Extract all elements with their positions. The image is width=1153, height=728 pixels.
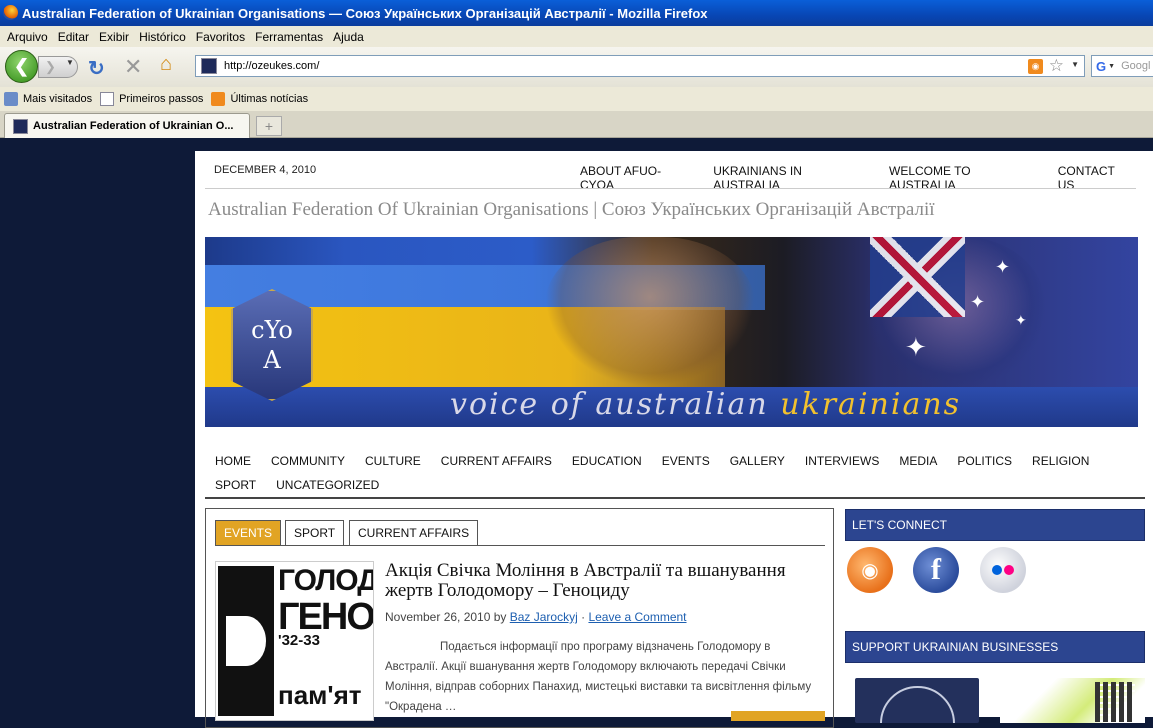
business-logo-2[interactable] bbox=[1000, 678, 1145, 723]
post-author-link[interactable]: Baz Jarockyj bbox=[510, 610, 578, 624]
tab-label: Australian Federation of Ukrainian O... bbox=[33, 120, 234, 132]
nav-gallery[interactable]: GALLERY bbox=[730, 449, 785, 473]
nav-education[interactable]: EDUCATION bbox=[572, 449, 642, 473]
page-icon bbox=[100, 92, 115, 106]
search-engine-dropdown-icon[interactable]: ▼ bbox=[1108, 63, 1115, 70]
back-button[interactable]: ❮ bbox=[5, 50, 38, 83]
bookmark-ultimas-noticias[interactable]: Últimas notícias bbox=[211, 92, 308, 106]
menu-historico[interactable]: Histórico bbox=[139, 30, 186, 44]
nav-culture[interactable]: CULTURE bbox=[365, 449, 421, 473]
rss-feed-icon[interactable]: ◉ bbox=[1028, 59, 1043, 74]
post-excerpt: Подається інформації про програму відзна… bbox=[385, 641, 812, 713]
meta-separator: · bbox=[577, 610, 589, 624]
star-icon: ✦ bbox=[1015, 312, 1027, 328]
new-tab-button[interactable]: + bbox=[256, 116, 282, 136]
menu-ajuda[interactable]: Ajuda bbox=[333, 30, 364, 44]
tab-sport[interactable]: SPORT bbox=[285, 520, 345, 546]
bookmark-mais-visitados[interactable]: Mais visitados bbox=[4, 92, 92, 106]
main-navigation: HOME COMMUNITY CULTURE CURRENT AFFAIRS E… bbox=[215, 449, 1115, 497]
menu-favoritos[interactable]: Favoritos bbox=[196, 30, 245, 44]
union-jack-paint bbox=[870, 237, 965, 317]
nav-current-affairs[interactable]: CURRENT AFFAIRS bbox=[441, 449, 552, 473]
bookmark-label: Últimas notícias bbox=[230, 93, 309, 105]
star-icon: ✦ bbox=[905, 332, 927, 362]
address-bar[interactable]: http://ozeukes.com/ ◉ ☆ ▼ bbox=[195, 55, 1085, 77]
nav-media[interactable]: MEDIA bbox=[899, 449, 937, 473]
read-more-button[interactable] bbox=[731, 711, 825, 721]
post-by: by bbox=[490, 610, 510, 624]
bookmark-label: Primeiros passos bbox=[119, 93, 204, 105]
star-icon: ✦ bbox=[995, 257, 1011, 277]
sidebar-business-header: SUPPORT UKRAINIAN BUSINESSES bbox=[845, 631, 1145, 663]
nav-uncategorized[interactable]: UNCATEGORIZED bbox=[276, 473, 379, 497]
google-icon[interactable]: G bbox=[1096, 59, 1106, 74]
window-title-bar: Australian Federation of Ukrainian Organ… bbox=[0, 0, 1153, 26]
sidebar-connect-header: LET'S CONNECT bbox=[845, 509, 1145, 541]
flickr-icon[interactable] bbox=[980, 547, 1026, 593]
nav-religion[interactable]: RELIGION bbox=[1032, 449, 1089, 473]
post-meta: November 26, 2010 by Baz Jarockyj · Leav… bbox=[385, 610, 687, 624]
star-icon: ✦ bbox=[970, 292, 986, 312]
site-title[interactable]: Australian Federation Of Ukrainian Organ… bbox=[208, 199, 935, 221]
nav-politics[interactable]: POLITICS bbox=[957, 449, 1012, 473]
smart-folder-icon bbox=[4, 92, 18, 106]
logo-text-top: cYo bbox=[251, 316, 293, 344]
bookmark-star-icon[interactable]: ☆ bbox=[1049, 56, 1064, 76]
live-feed-icon bbox=[211, 92, 226, 106]
header-banner[interactable]: ✦ ✦ ✦ ✦ voice of australian ukrainians c… bbox=[205, 237, 1138, 427]
facebook-icon[interactable]: f bbox=[913, 547, 959, 593]
face-painted-ukrainian bbox=[545, 237, 755, 387]
search-placeholder: Googl bbox=[1121, 60, 1151, 72]
nav-interviews[interactable]: INTERVIEWS bbox=[805, 449, 879, 473]
nav-home[interactable]: HOME bbox=[215, 449, 251, 473]
logo-text-bottom: A bbox=[263, 346, 281, 374]
nav-divider bbox=[205, 497, 1145, 499]
tab-active[interactable]: Australian Federation of Ukrainian O... bbox=[4, 113, 250, 138]
menu-editar[interactable]: Editar bbox=[58, 30, 89, 44]
history-dropdown-icon[interactable]: ▼ bbox=[66, 58, 74, 67]
divider bbox=[205, 188, 1136, 189]
bookmarks-toolbar: Mais visitados Primeiros passos Últimas … bbox=[0, 87, 1153, 111]
cyoa-logo: cYo A bbox=[231, 289, 313, 401]
banner-tagline: voice of australian ukrainians bbox=[450, 387, 961, 422]
business-logo-1[interactable] bbox=[855, 678, 979, 723]
site-favicon bbox=[201, 58, 217, 74]
tagline-highlight: ukrainians bbox=[780, 387, 962, 422]
tab-underline bbox=[215, 545, 825, 546]
home-icon[interactable]: ⌂ bbox=[160, 53, 172, 76]
menu-bar: Arquivo Editar Exibir Histórico Favorito… bbox=[0, 26, 1153, 47]
bookmark-primeiros-passos[interactable]: Primeiros passos bbox=[100, 92, 203, 106]
rss-icon[interactable]: ◉ bbox=[847, 547, 893, 593]
thumbnail-text: ГОЛОД bbox=[278, 564, 374, 597]
post-date: November 26, 2010 bbox=[385, 610, 491, 624]
leave-comment-link[interactable]: Leave a Comment bbox=[588, 610, 686, 624]
nav-community[interactable]: COMMUNITY bbox=[271, 449, 345, 473]
window-title: Australian Federation of Ukrainian Organ… bbox=[22, 5, 708, 21]
tab-current-affairs[interactable]: CURRENT AFFAIRS bbox=[349, 520, 479, 546]
menu-ferramentas[interactable]: Ferramentas bbox=[255, 30, 323, 44]
post-thumbnail[interactable]: ГОЛОД ГЕНО '32-33 пам'ят bbox=[215, 561, 374, 721]
menu-arquivo[interactable]: Arquivo bbox=[7, 30, 48, 44]
navigation-toolbar: ❮ ❯ ▼ ↻ ✕ ⌂ http://ozeukes.com/ ◉ ☆ ▼ G … bbox=[0, 47, 1153, 87]
url-text[interactable]: http://ozeukes.com/ bbox=[224, 60, 319, 72]
search-box[interactable]: G ▼ Googl bbox=[1091, 55, 1153, 77]
tab-strip: Australian Federation of Ukrainian O... … bbox=[0, 111, 1153, 138]
nav-sport[interactable]: SPORT bbox=[215, 473, 256, 497]
tagline-text: voice of australian bbox=[450, 387, 781, 422]
thumbnail-text: '32-33 bbox=[278, 632, 320, 649]
tab-events[interactable]: EVENTS bbox=[215, 520, 282, 546]
thumbnail-graphic bbox=[218, 566, 274, 716]
reload-icon[interactable]: ↻ bbox=[88, 56, 105, 81]
bookmark-label: Mais visitados bbox=[23, 93, 93, 105]
stop-icon[interactable]: ✕ bbox=[124, 54, 142, 80]
url-dropdown-icon[interactable]: ▼ bbox=[1071, 60, 1079, 69]
thumbnail-text: пам'ят bbox=[278, 680, 362, 710]
firefox-icon bbox=[3, 5, 18, 20]
post-title[interactable]: Акція Свічка Моління в Австралії та вшан… bbox=[385, 561, 825, 601]
nav-events[interactable]: EVENTS bbox=[662, 449, 710, 473]
menu-exibir[interactable]: Exibir bbox=[99, 30, 129, 44]
current-date: DECEMBER 4, 2010 bbox=[214, 164, 317, 176]
tab-favicon bbox=[13, 118, 28, 134]
